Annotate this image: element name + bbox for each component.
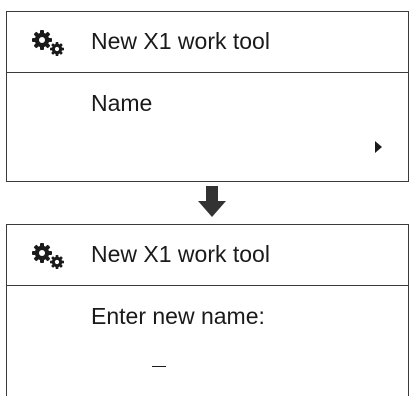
gears-icon xyxy=(32,243,64,269)
text-cursor[interactable] xyxy=(152,366,166,367)
screen-title: New X1 work tool xyxy=(91,241,270,267)
menu-item-name[interactable]: Name xyxy=(91,88,152,118)
down-arrow-icon xyxy=(198,186,226,217)
gears-icon xyxy=(32,30,64,56)
screen-header: New X1 work tool xyxy=(7,12,408,73)
screen-after: New X1 work tool Enter new name: xyxy=(6,224,409,396)
arrow-right-icon xyxy=(375,141,382,153)
screen-title: New X1 work tool xyxy=(91,28,270,54)
screen-header: New X1 work tool xyxy=(7,225,408,286)
screen-before: New X1 work tool Name xyxy=(6,11,409,182)
name-prompt: Enter new name: xyxy=(91,303,265,329)
